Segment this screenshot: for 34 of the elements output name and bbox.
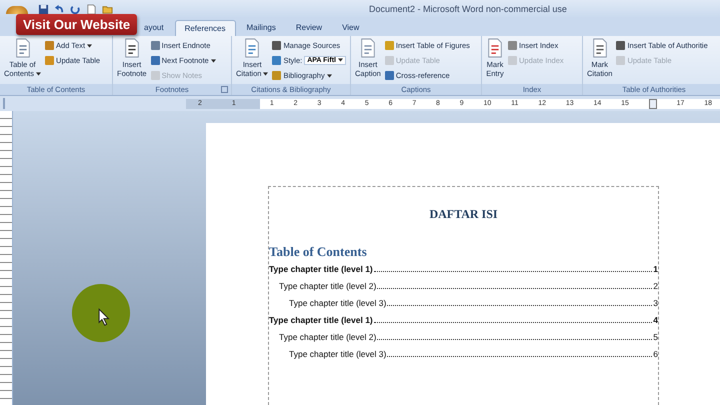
save-icon[interactable] (38, 4, 49, 14)
toc-entry: Type chapter title (level 1) 4 (269, 314, 658, 327)
dialog-launcher-icon[interactable] (221, 86, 228, 93)
office-button-icon[interactable] (6, 6, 28, 14)
document-icon (122, 38, 141, 58)
window-title: Document2 - Microsoft Word non-commercial use (369, 4, 567, 14)
redo-icon[interactable] (70, 4, 81, 14)
indent-marker-icon[interactable] (648, 98, 657, 108)
visit-website-button[interactable]: Visit Our Website (16, 14, 138, 35)
page-heading: DAFTAR ISI (428, 207, 499, 222)
ribbon-tab[interactable]: Review (286, 20, 332, 36)
document-icon (14, 38, 32, 58)
caret-icon (338, 58, 343, 62)
caret-icon (36, 72, 42, 76)
document-icon (486, 38, 504, 58)
toc-entry: Type chapter title (level 3) 6 (288, 348, 658, 361)
ribbon-tab[interactable]: Mailings (238, 20, 285, 36)
ribbon-tab[interactable]: View (333, 20, 368, 36)
ribbon-tab[interactable]: ayout (135, 20, 173, 36)
document-icon (358, 38, 377, 58)
toc-entry: Type chapter title (level 2) 5 (278, 330, 658, 344)
toc-entry: Type chapter title (level 3) 3 (288, 296, 658, 310)
toc-entry: Type chapter title (level 2) 2 (278, 280, 658, 293)
undo-icon[interactable] (54, 4, 65, 14)
caret-icon (326, 74, 332, 78)
caret-icon (87, 44, 92, 48)
cursor-highlight-drawing (71, 283, 131, 343)
toc-entry: Type chapter title (level 1) 1 (269, 262, 658, 276)
caret-icon (210, 59, 216, 64)
caret-icon (263, 72, 268, 76)
document-icon (243, 38, 262, 58)
ribbon-tab[interactable]: References (174, 20, 236, 36)
document-icon (590, 38, 609, 58)
toc-title: Table of Contents (269, 244, 368, 260)
